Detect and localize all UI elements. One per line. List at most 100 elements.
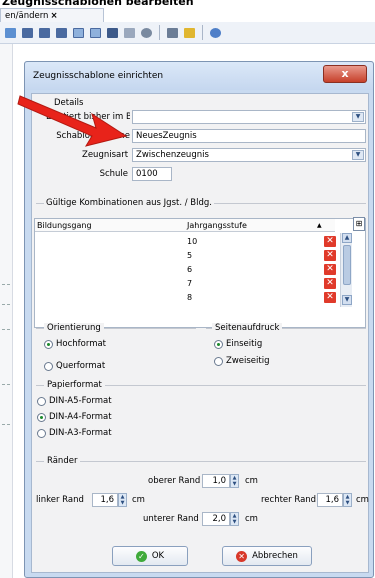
print-double-radio[interactable]: Zweiseitig bbox=[214, 356, 269, 366]
check-icon: ✓ bbox=[135, 550, 147, 562]
chevron-down-icon[interactable]: ▼ bbox=[352, 112, 364, 122]
left-margin-value: 1,6 bbox=[100, 495, 114, 505]
gear-icon[interactable] bbox=[139, 25, 154, 40]
cancel-icon: ✕ bbox=[236, 550, 248, 562]
close-button[interactable]: x bbox=[323, 65, 367, 83]
grid-scrollbar[interactable]: ▲ ▼ bbox=[340, 233, 352, 307]
left-margin-label: linker Rand bbox=[36, 495, 84, 505]
school-label: Schule bbox=[99, 169, 128, 179]
left-margin-input[interactable]: 1,6 bbox=[92, 493, 118, 507]
delete-row-icon[interactable]: ✕ bbox=[324, 236, 336, 247]
school-input[interactable]: 0100 bbox=[132, 167, 172, 181]
radio-label: Einseitig bbox=[226, 339, 263, 349]
bottom-margin-input[interactable]: 2,0 bbox=[202, 512, 230, 526]
school-value: 0100 bbox=[136, 169, 158, 179]
grid-row[interactable]: 6 bbox=[187, 265, 192, 277]
divider bbox=[2, 384, 10, 385]
chevron-down-icon[interactable]: ▼ bbox=[352, 150, 364, 160]
orientation-landscape-radio[interactable]: Querformat bbox=[44, 361, 105, 371]
cancel-label: Abbrechen bbox=[252, 551, 298, 561]
right-margin-unit: cm bbox=[356, 495, 369, 505]
col-jahrgangsstufe[interactable]: Jahrgangsstufe bbox=[187, 221, 247, 230]
scroll-down-icon[interactable]: ▼ bbox=[342, 295, 352, 305]
radio-checked-icon bbox=[44, 339, 53, 349]
ok-button[interactable]: ✓ OK bbox=[112, 546, 188, 566]
background-window-title: Zeugnisschablonen bearbeiten bbox=[2, 0, 194, 8]
paper-a5-radio[interactable]: DIN-A5-Format bbox=[37, 396, 112, 406]
top-margin-input[interactable]: 1,0 bbox=[202, 474, 230, 488]
combos-group-title: Gültige Kombinationen aus Jgst. / Bldg. bbox=[44, 198, 214, 208]
cancel-button[interactable]: ✕ Abbrechen bbox=[222, 546, 312, 566]
ok-label: OK bbox=[151, 551, 165, 561]
print-single-radio[interactable]: Einseitig bbox=[214, 339, 262, 349]
exists-combo[interactable]: ▼ bbox=[132, 110, 366, 124]
bottom-margin-unit: cm bbox=[245, 514, 258, 524]
group-divider bbox=[36, 461, 366, 462]
divider bbox=[2, 304, 10, 305]
red-arrow-annotation bbox=[17, 95, 128, 147]
template-name-value: NeuesZeugnis bbox=[136, 131, 197, 141]
document-tab[interactable]: en/ändern × bbox=[0, 8, 104, 22]
col-bildungsgang[interactable]: Bildungsgang bbox=[37, 221, 92, 230]
bottom-margin-spinner[interactable]: ▲ ▼ bbox=[230, 512, 239, 526]
grid-row[interactable]: 10 bbox=[187, 237, 197, 249]
top-margin-spinner[interactable]: ▲ ▼ bbox=[230, 474, 239, 488]
add-row-icon[interactable]: ⊞ bbox=[353, 217, 365, 231]
tab-close-icon[interactable]: × bbox=[50, 11, 57, 21]
type-combo[interactable]: Zwischenzeugnis ▼ bbox=[132, 148, 366, 162]
radio-icon bbox=[44, 361, 53, 371]
radio-label: DIN-A3-Format bbox=[49, 428, 112, 438]
orientation-portrait-radio[interactable]: Hochformat bbox=[44, 339, 106, 349]
dialog-titlebar[interactable]: Zeugnisschablone einrichten x bbox=[25, 62, 373, 90]
radio-label: DIN-A4-Format bbox=[49, 412, 112, 422]
toolbar bbox=[0, 22, 375, 44]
paper-a4-radio[interactable]: DIN-A4-Format bbox=[37, 412, 112, 422]
orientation-group-title: Orientierung bbox=[44, 323, 104, 333]
layout-icon[interactable] bbox=[88, 25, 103, 40]
bottom-margin-value: 2,0 bbox=[212, 514, 226, 524]
delete-row-icon[interactable]: ✕ bbox=[324, 278, 336, 289]
toolbar-separator bbox=[202, 25, 203, 40]
eraser-icon[interactable] bbox=[182, 25, 197, 40]
grid-row[interactable]: 7 bbox=[187, 279, 192, 291]
radio-checked-icon bbox=[37, 412, 46, 422]
radio-label: Zweiseitig bbox=[226, 356, 270, 366]
grid-icon[interactable] bbox=[3, 25, 18, 40]
combinations-grid: Bildungsgang Jahrgangsstufe ▲ ⊞ 10 5 6 7… bbox=[34, 217, 366, 328]
divider bbox=[2, 329, 10, 330]
layout-icon[interactable] bbox=[71, 25, 86, 40]
radio-icon bbox=[37, 428, 46, 438]
record-icon[interactable] bbox=[54, 25, 69, 40]
help-icon[interactable] bbox=[208, 25, 223, 40]
delete-row-icon[interactable]: ✕ bbox=[324, 292, 336, 303]
scroll-up-icon[interactable]: ▲ bbox=[342, 233, 352, 243]
sort-up-icon[interactable]: ▲ bbox=[317, 222, 322, 229]
top-margin-value: 1,0 bbox=[212, 476, 226, 486]
delete-row-icon[interactable]: ✕ bbox=[324, 264, 336, 275]
dialog-content: Details Existiert bisher im Bildungsgang… bbox=[31, 93, 369, 573]
print-icon[interactable] bbox=[165, 25, 180, 40]
table-icon[interactable] bbox=[105, 25, 120, 40]
dialog-title: Zeugnisschablone einrichten bbox=[33, 71, 164, 81]
record-icon[interactable] bbox=[20, 25, 35, 40]
delete-row-icon[interactable]: ✕ bbox=[324, 250, 336, 261]
list-icon[interactable] bbox=[122, 25, 137, 40]
divider bbox=[2, 284, 10, 285]
radio-icon bbox=[214, 356, 223, 366]
type-label: Zeugnisart bbox=[82, 150, 129, 160]
grid-row[interactable]: 5 bbox=[187, 251, 192, 263]
grid-row[interactable]: 8 bbox=[187, 293, 192, 305]
right-margin-input[interactable]: 1,6 bbox=[317, 493, 343, 507]
toolbar-separator bbox=[159, 25, 160, 40]
scroll-thumb[interactable] bbox=[343, 245, 351, 285]
paper-group-title: Papierformat bbox=[44, 380, 105, 390]
record-icon[interactable] bbox=[37, 25, 52, 40]
radio-checked-icon bbox=[214, 339, 223, 349]
right-margin-value: 1,6 bbox=[325, 495, 339, 505]
paper-a3-radio[interactable]: DIN-A3-Format bbox=[37, 428, 112, 438]
right-margin-spinner[interactable]: ▲ ▼ bbox=[343, 493, 352, 507]
template-name-input[interactable]: NeuesZeugnis bbox=[132, 129, 366, 143]
left-margin-spinner[interactable]: ▲ ▼ bbox=[118, 493, 127, 507]
top-margin-label: oberer Rand bbox=[148, 476, 201, 486]
bottom-margin-label: unterer Rand bbox=[143, 514, 199, 524]
